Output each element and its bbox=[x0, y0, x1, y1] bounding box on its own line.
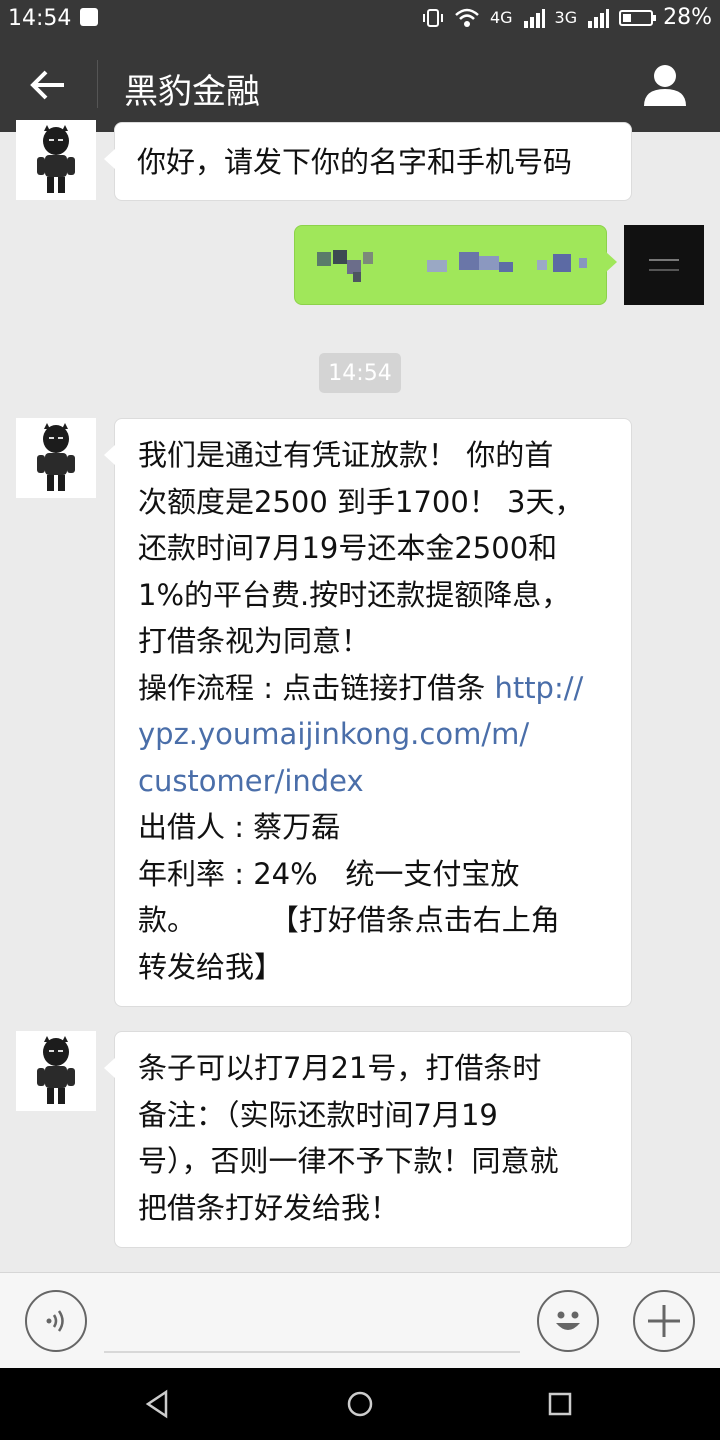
message-link[interactable]: http:// bbox=[494, 671, 583, 705]
avatar[interactable] bbox=[16, 1031, 96, 1111]
message-link[interactable]: ypz.youmaijinkong.com/m/ bbox=[138, 711, 609, 758]
message-link[interactable]: customer/index bbox=[138, 758, 609, 805]
nav-home-icon[interactable] bbox=[344, 1388, 376, 1420]
message-line: 号），否则一律不予下款！同意就 bbox=[138, 1144, 559, 1178]
message-line: 款。 【打好借条点击右上角 bbox=[138, 903, 560, 937]
message-line: 还款时间7月19号还本金2500和 bbox=[138, 531, 558, 565]
my-avatar-image bbox=[649, 259, 679, 271]
message-line: 把借条打好发给我！ bbox=[138, 1190, 400, 1225]
message-bubble[interactable]: 你好，请发下你的名字和手机号码 bbox=[104, 122, 632, 201]
notification-icon bbox=[80, 8, 98, 26]
status-icons: 4G 3G 28% bbox=[422, 5, 712, 30]
title-divider bbox=[97, 60, 98, 108]
smiley-icon bbox=[556, 1311, 580, 1330]
message-line: 条子可以打7月21号，打借条时 bbox=[138, 1051, 542, 1085]
message-line: 出借人 : 蔡万磊 bbox=[138, 810, 341, 844]
message-line: 1%的平台费.按时还款提额降息， bbox=[138, 577, 571, 612]
vibrate-icon bbox=[422, 8, 443, 27]
message-line: 年利率 : 24% 统一支付宝放 bbox=[138, 856, 520, 891]
sent-message-bubble[interactable] bbox=[294, 225, 617, 305]
message-line: 转发给我】 bbox=[138, 949, 284, 984]
message-line: 操作流程 : 点击链接打借条 http:// bbox=[138, 665, 609, 712]
voice-button[interactable] bbox=[25, 1290, 87, 1352]
more-button[interactable] bbox=[633, 1290, 695, 1352]
message-bubble[interactable]: 条子可以打7月21号，打借条时 备注：（实际还款时间7月19 号），否则一律不予… bbox=[104, 1031, 632, 1248]
message-timestamp: 14:54 bbox=[319, 353, 401, 393]
message-line: 我们是通过有凭证放款！ 你的首 bbox=[138, 438, 554, 472]
battery-percent: 28% bbox=[663, 5, 712, 30]
panther-avatar-icon bbox=[37, 125, 75, 193]
system-nav-bar bbox=[0, 1368, 720, 1440]
message-line: 次额度是2500 到手1700！ 3天， bbox=[138, 484, 584, 519]
user-icon[interactable] bbox=[642, 62, 688, 108]
signal-bars-icon-2 bbox=[588, 8, 610, 28]
signal-bars-icon bbox=[523, 8, 545, 28]
input-bar bbox=[0, 1272, 720, 1369]
chat-title: 黑豹金融 bbox=[124, 72, 260, 112]
message-bubble[interactable]: 我们是通过有凭证放款！ 你的首 次额度是2500 到手1700！ 3天， 还款时… bbox=[104, 418, 632, 1007]
message-input[interactable] bbox=[104, 1351, 520, 1353]
nav-back-icon[interactable] bbox=[142, 1388, 174, 1420]
status-bar: 14:54 4G 3G 28% bbox=[0, 0, 720, 38]
panther-avatar-icon bbox=[37, 423, 75, 491]
message-line: 打借条视为同意！ bbox=[138, 624, 371, 658]
my-avatar[interactable] bbox=[624, 225, 704, 305]
chat-area[interactable]: 你好，请发下你的名字和手机号码 14:54 我们是通过有凭证放款！ 你的首 次额… bbox=[0, 120, 720, 1272]
signal-3g-icon: 3G bbox=[554, 7, 578, 27]
message-line: 备注：（实际还款时间7月19 bbox=[138, 1097, 498, 1132]
message-text: 你好，请发下你的名字和手机号码 bbox=[137, 145, 573, 179]
battery-icon bbox=[619, 9, 657, 26]
avatar[interactable] bbox=[16, 120, 96, 200]
pixelated-contact-info bbox=[317, 248, 587, 288]
voice-icon bbox=[46, 1310, 64, 1332]
flow-label: 操作流程 : 点击链接打借条 bbox=[138, 670, 495, 705]
emoji-button[interactable] bbox=[537, 1290, 599, 1352]
arrow-left-icon[interactable] bbox=[22, 60, 72, 110]
status-time: 14:54 bbox=[8, 6, 72, 31]
wifi-icon bbox=[455, 8, 479, 27]
nav-recents-icon[interactable] bbox=[544, 1388, 576, 1420]
avatar[interactable] bbox=[16, 418, 96, 498]
signal-4g-icon: 4G bbox=[489, 7, 513, 27]
title-bar: 黑豹金融 bbox=[0, 38, 720, 132]
plus-icon bbox=[648, 1305, 680, 1337]
panther-avatar-icon bbox=[37, 1036, 75, 1104]
